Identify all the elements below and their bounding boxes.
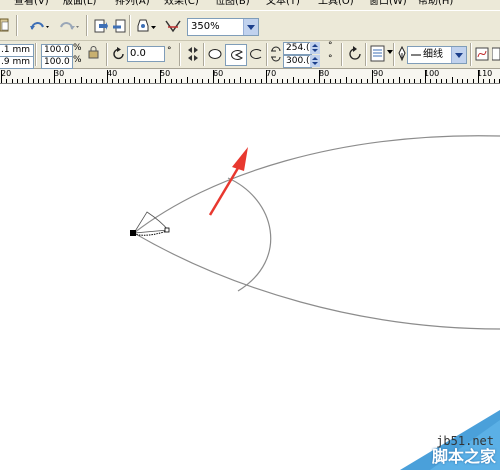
ruler-label: 80 [319, 69, 330, 78]
toolbar-separator [106, 43, 108, 66]
menu-window[interactable]: 窗口(W) [369, 0, 407, 8]
outline-sample-icon [411, 54, 421, 56]
toolbar-separator [179, 43, 181, 66]
convert-to-curves-icon[interactable] [475, 46, 489, 62]
menu-arrange[interactable]: 排列(A) [115, 0, 150, 8]
rotate-icon [113, 47, 124, 60]
toolbar-separator [266, 43, 268, 66]
toolbar-separator [86, 15, 88, 36]
undo-icon[interactable] [29, 19, 51, 33]
property-bar: .1 mm .9 mm 100.0 100.0 % % 0.0 ° 254.( … [0, 41, 500, 69]
text-properties-icon[interactable] [492, 46, 500, 62]
outer-curve-lower[interactable] [133, 232, 500, 330]
paste-icon[interactable] [0, 18, 10, 32]
angle-spinner-icon[interactable] [310, 42, 320, 67]
ruler-label: 50 [160, 69, 171, 78]
end-angle-field[interactable]: 300.( [283, 55, 312, 68]
position-y-field[interactable]: .9 mm [0, 56, 34, 69]
menu-layout[interactable]: 版面(L) [63, 0, 96, 8]
menu-help[interactable]: 帮助(H) [418, 0, 453, 8]
toolbar-separator [365, 43, 367, 66]
toolbar-separator [16, 15, 18, 36]
inner-arc[interactable] [227, 177, 272, 292]
wrap-text-icon[interactable] [370, 45, 386, 63]
end-angle-unit: ° [328, 54, 333, 64]
zoom-level-combo[interactable]: 350% [187, 18, 259, 36]
ruler-label: 60 [213, 69, 224, 78]
redo-icon[interactable] [58, 19, 82, 33]
ruler-label: 110 [477, 69, 493, 78]
end-node[interactable] [164, 227, 170, 233]
chevron-down-icon[interactable] [243, 19, 258, 35]
toolbar-separator [470, 43, 472, 66]
menu-tools[interactable]: 工具(O) [318, 0, 354, 8]
toolbar-separator [35, 43, 37, 66]
start-angle-unit: ° [328, 41, 333, 51]
menu-bitmaps[interactable]: 位图(B) [215, 0, 250, 8]
start-angle-icon [271, 46, 281, 52]
toolbar-separator [393, 43, 395, 66]
end-angle-icon [271, 56, 281, 62]
scale-y-unit: % [73, 55, 82, 65]
arc-icon[interactable] [247, 47, 263, 61]
rotation-unit: ° [167, 46, 172, 56]
zoom-level-value: 350% [191, 21, 220, 32]
chevron-down-icon[interactable] [451, 47, 466, 63]
mirror-icon[interactable] [186, 46, 200, 62]
pie-button[interactable] [225, 44, 247, 66]
ruler-label: 40 [107, 69, 118, 78]
ruler-label: 70 [266, 69, 277, 78]
lock-ratio-icon[interactable] [88, 46, 100, 60]
ruler-label: 20 [1, 69, 12, 78]
menu-bar: 查看(V) 版面(L) 排列(A) 效果(C) 位图(B) 文本(T) 工具(O… [0, 0, 500, 10]
outer-curve[interactable] [133, 135, 500, 234]
watermark: jb51.net 脚本之家 [400, 410, 500, 470]
annotation-arrow [208, 147, 248, 216]
toolbar-separator [341, 43, 343, 66]
menu-effects[interactable]: 效果(C) [164, 0, 199, 8]
import-icon[interactable] [94, 19, 108, 34]
start-angle-field[interactable]: 254.( [283, 42, 312, 55]
direction-toggle-icon[interactable] [347, 46, 363, 62]
pen-outline-icon [398, 46, 406, 62]
selected-node[interactable] [130, 230, 136, 236]
watermark-brand: 脚本之家 [431, 447, 496, 466]
toolbar-separator [129, 15, 131, 36]
ruler-label: 90 [373, 69, 384, 78]
corel-online-icon[interactable] [164, 18, 182, 34]
pie-icon [231, 50, 243, 60]
ellipse-icon[interactable] [208, 48, 222, 60]
toolbar-separator [203, 43, 205, 66]
export-icon[interactable] [113, 19, 127, 34]
menu-text[interactable]: 文本(T) [266, 0, 300, 8]
drawing-canvas[interactable]: jb51.net 脚本之家 [0, 84, 500, 470]
standard-toolbar: 350% [0, 11, 500, 41]
outline-width-combo[interactable]: 细线 [407, 46, 467, 64]
application-launcher-icon[interactable] [136, 18, 158, 34]
ruler-label: 100 [424, 69, 440, 78]
rotation-angle-field[interactable]: 0.0 [127, 46, 165, 62]
scale-y-field[interactable]: 100.0 [41, 56, 73, 69]
scale-x-unit: % [73, 43, 82, 53]
outline-width-value: 细线 [423, 49, 443, 60]
horizontal-ruler[interactable]: 20 30 40 50 60 70 80 90 100 110 [0, 69, 500, 84]
menu-view[interactable]: 查看(V) [14, 0, 49, 8]
ruler-label: 30 [54, 69, 65, 78]
